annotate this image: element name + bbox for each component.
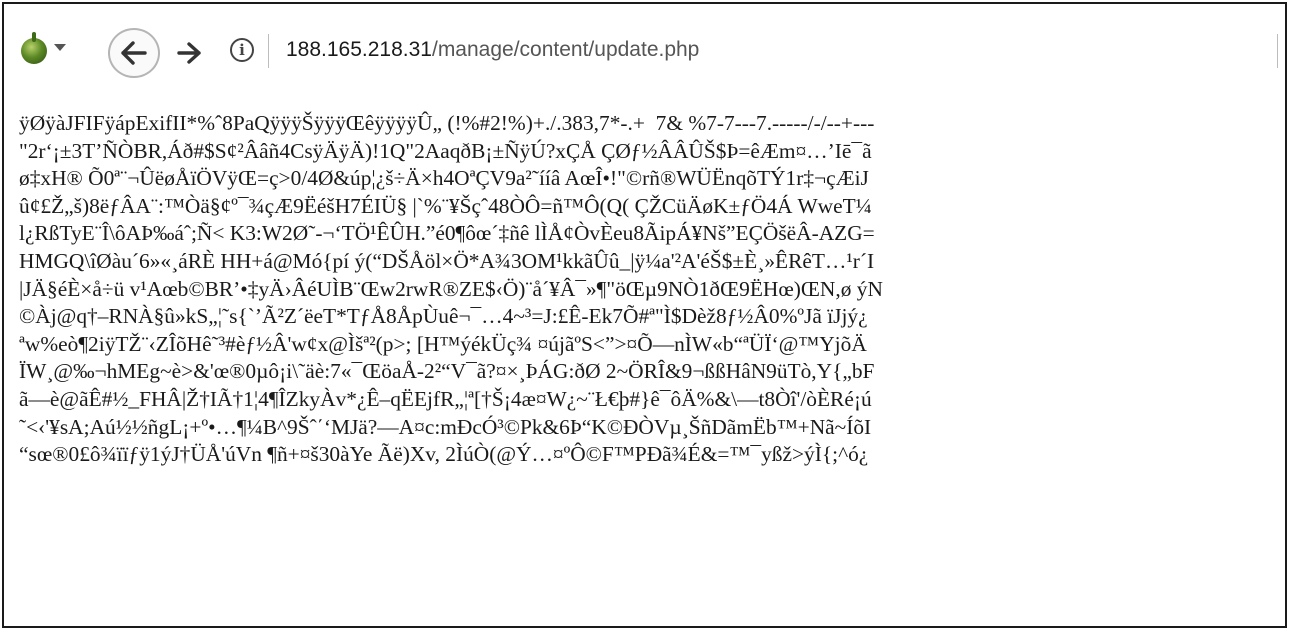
url-path: /manage/content/update.php: [431, 38, 700, 61]
url-divider: [268, 34, 269, 68]
content-line: l¿RßTyE¨Î\ôAÞ‰áˆ;Ñ< K3:W2Ø˜-¬‘TÖ¹ÊÛH.”é0…: [19, 221, 875, 246]
content-line: HMGQ\îØàu´6»«¸áRÈ HH+á@Mó{pí ý(“DŠÅöl×Ö*…: [19, 248, 875, 273]
content-line: ÿØÿàJFIFÿápExifII*%ˆ8PaQÿÿÿŠÿÿÿŒêÿÿÿÿÛ„ …: [19, 111, 875, 135]
content-line: ÏW¸@‰¬hMEg~è>&'œ®0µô¡i\˜äè:7«¯ŒöaÅ-2²“V¯…: [19, 359, 875, 384]
address-bar[interactable]: 188.165.218.31/manage/content/update.php: [286, 38, 699, 62]
forward-button[interactable]: [172, 36, 206, 70]
content-line: ªw%eò¶2iÿTŽ¨‹ZÎõHê˜³#èƒ½Â'w¢x@Ìšª²(p>; […: [19, 331, 867, 356]
content-line: |JÄ§éÈ×å÷ü v¹Aœb©BR’•‡yÄ›ÂéUÌB¨Œw2rwR®ZE…: [19, 276, 883, 301]
toolbar-divider: [1277, 34, 1278, 68]
onion-browser-icon[interactable]: [21, 32, 47, 64]
chevron-down-icon[interactable]: [54, 44, 66, 51]
browser-window: i 188.165.218.31/manage/content/update.p…: [2, 2, 1287, 628]
page-content: ÿØÿàJFIFÿápExifII*%ˆ8PaQÿÿÿŠÿÿÿŒêÿÿÿÿÛ„ …: [19, 110, 1285, 469]
info-icon[interactable]: i: [230, 38, 254, 62]
back-button[interactable]: [108, 28, 160, 78]
url-host: 188.165.218.31: [286, 38, 432, 61]
content-line: "2r‘¡±3T’ÑÒBR,Áð#$S¢²Ââñ4CsÿÄÿÄ)!1Q"2Aaq…: [19, 138, 872, 163]
content-line: ©Àj@q†–RNÀ§û»kS„¦˜s{`’Ã²Z´ëeT*TƒÅ8ÅpÙuê¬…: [19, 304, 868, 329]
content-line: ø‡xH® Õ0ª¨¬ÛëøÅïÖVÿŒ=ç>0/4Ø&úp¦¿š÷Ä×h4Oª…: [19, 166, 869, 191]
content-line: ˜<‹'¥sA;Aú½½ñgL¡+º•…¶¼B^9Šˆ΄‘MJä?—A¤c:mÐ…: [19, 414, 872, 439]
content-line: “sœ®0£ô¾ïïƒÿ1ýJ†ÜÅ'úVn ¶ñ+¤š30àYe Ãë)Xv,…: [19, 442, 869, 467]
content-line: ã—è@ãÊ#½_FHÂ|Ž†IÃ†1¦4¶ÎZkyÀv*¿Ê–qËEjfR„¦…: [19, 386, 872, 411]
back-arrow-icon: [121, 41, 147, 65]
content-line: û¢£Ž„š)8ëƒÂA¨:™Òä§¢º¯¾çÆ9ËéšH7ÉIÜ§ |`%¨¥…: [19, 193, 872, 218]
browser-toolbar: i 188.165.218.31/manage/content/update.p…: [4, 4, 1285, 94]
forward-arrow-icon: [177, 42, 201, 64]
